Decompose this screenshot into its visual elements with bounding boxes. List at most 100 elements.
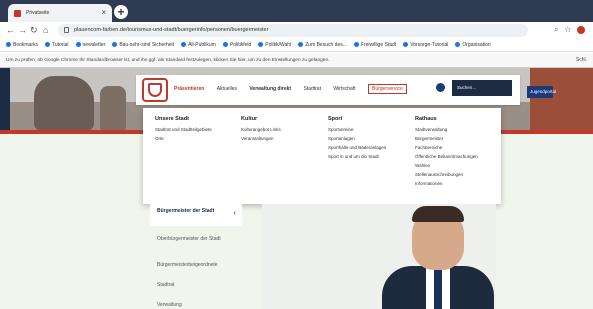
menu-item[interactable]: Orte bbox=[155, 136, 212, 141]
menu-item[interactable]: Veranstaltungen bbox=[241, 136, 281, 141]
menu-item[interactable]: Sport in und um die Stadt bbox=[328, 154, 386, 159]
default-browser-infobar: Um zu prüfen, ob Google Chrome Ihr Stand… bbox=[0, 53, 593, 68]
statue-figure bbox=[100, 86, 126, 130]
menu-item[interactable]: Fachbereiche bbox=[415, 145, 478, 150]
new-tab-button[interactable]: + bbox=[114, 5, 128, 19]
bookmark-label: newsletter bbox=[82, 42, 106, 48]
bookmark-icon bbox=[181, 42, 187, 48]
nav-item-wirtschaft[interactable]: Wirtschaft bbox=[333, 86, 355, 92]
menu-heading: Kultur bbox=[241, 116, 258, 122]
mayor-portrait-image bbox=[262, 204, 496, 309]
site-search-input[interactable]: Suchen... bbox=[452, 80, 512, 96]
sidebar-item[interactable]: Verwaltung bbox=[157, 302, 237, 308]
bookmark-item[interactable]: Tutorial bbox=[45, 42, 69, 48]
url-text: plauencom-farben.de/tourismus-und-stadt/… bbox=[74, 27, 269, 33]
back-icon[interactable]: ← bbox=[6, 25, 15, 35]
bookmark-icon bbox=[222, 42, 228, 48]
sidebar-item[interactable]: Stadtrat bbox=[157, 282, 237, 288]
menu-col-kultur: Kultur Kulturangebot Links Veranstaltung… bbox=[241, 116, 281, 145]
profile-icon[interactable] bbox=[577, 25, 585, 34]
url-input[interactable]: plauencom-farben.de/tourismus-und-stadt/… bbox=[58, 24, 528, 37]
bookmark-item[interactable]: Politik/Wahl bbox=[258, 42, 291, 48]
chevron-left-icon: ‹ bbox=[233, 210, 236, 217]
menu-item[interactable]: Informationen bbox=[415, 181, 478, 186]
bookmark-label: Freiwillige Stadt bbox=[360, 42, 397, 48]
menu-item[interactable]: Bürgermeister bbox=[415, 136, 478, 141]
bookmark-label: Zum Besuch des... bbox=[305, 42, 347, 48]
bookmark-icon bbox=[112, 42, 118, 48]
menu-heading: Unsere Stadt bbox=[155, 116, 189, 122]
bookmark-item[interactable]: All-Publikum bbox=[181, 42, 216, 48]
main-nav: Präsentieren Aktuelles Verwaltung direkt… bbox=[174, 84, 418, 94]
browser-tab-bar: Privatseite × + bbox=[0, 0, 593, 22]
favicon-icon bbox=[14, 10, 21, 17]
forward-icon[interactable]: → bbox=[18, 25, 27, 35]
nav-brand[interactable]: Präsentieren bbox=[174, 86, 204, 92]
mega-menu: Unsere Stadt Stadtrat und Stadtteilgebie… bbox=[143, 108, 501, 204]
home-icon[interactable]: ⌂ bbox=[43, 25, 48, 35]
menu-col-unsere-stadt: Unsere Stadt Stadtrat und Stadtteilgebie… bbox=[155, 116, 212, 145]
bookmark-item[interactable]: Bookmarks bbox=[6, 42, 38, 48]
bookmark-item[interactable]: Organisation bbox=[455, 42, 491, 48]
menu-item[interactable]: Sportanlagen bbox=[328, 136, 386, 141]
bookmark-item[interactable]: Freiwillige Stadt bbox=[353, 42, 397, 48]
city-logo-icon[interactable] bbox=[142, 78, 168, 102]
menu-item[interactable]: Stellenausschreibungen bbox=[415, 172, 478, 177]
screen: Privatseite × + ← → ↻ ⌂ plauencom-farben… bbox=[0, 0, 593, 309]
sidebar-item-active[interactable]: Bürgermeister der Stadt ‹ bbox=[150, 204, 242, 226]
bookmark-label: All-Publikum bbox=[188, 42, 216, 48]
sidebar-nav: Bürgermeister der Stadt ‹ Oberbürgermeis… bbox=[150, 204, 242, 309]
bookmark-label: Vorsorge-Tutorial bbox=[410, 42, 449, 48]
nav-item-buergerservice[interactable]: Bürgerservice bbox=[367, 84, 407, 94]
infobar-close-button[interactable]: Schl. bbox=[576, 57, 587, 63]
bookmark-label: Tutorial bbox=[52, 42, 69, 48]
nav-item-aktuelles[interactable]: Aktuelles bbox=[217, 86, 237, 92]
logo-shield bbox=[148, 83, 162, 97]
close-tab-icon[interactable]: × bbox=[101, 8, 106, 17]
portrait-hair bbox=[412, 206, 464, 222]
sidebar-item[interactable]: Oberbürgermeister der Stadt bbox=[157, 236, 237, 242]
address-bar-row: ← → ↻ ⌂ plauencom-farben.de/tourismus-un… bbox=[0, 22, 593, 39]
bookmark-item[interactable]: Bau-sehr-sind Sicherheit bbox=[112, 42, 174, 48]
reload-icon[interactable]: ↻ bbox=[30, 25, 38, 36]
menu-col-sport: Sport Sportvereine Sportanlagen Sporthal… bbox=[328, 116, 386, 163]
bookmark-label: Politik/Wahl bbox=[265, 42, 292, 48]
brick-wall bbox=[530, 68, 593, 130]
bookmark-icon bbox=[455, 42, 461, 48]
star-icon[interactable]: ☆ bbox=[564, 25, 577, 34]
facebook-icon[interactable] bbox=[436, 83, 445, 92]
infobar-text: Um zu prüfen, ob Google Chrome Ihr Stand… bbox=[6, 58, 330, 63]
bookmark-item[interactable]: newsletter bbox=[75, 42, 106, 48]
menu-item[interactable]: Sporthalle und Bäderanlagen bbox=[328, 145, 386, 150]
bookmark-icon bbox=[45, 42, 51, 48]
menu-item[interactable]: Stadtverwaltung bbox=[415, 127, 478, 132]
tab-title: Privatseite bbox=[26, 10, 50, 16]
menu-heading: Rathaus bbox=[415, 116, 437, 122]
menu-item[interactable]: Sportvereine bbox=[328, 127, 386, 132]
menu-item[interactable]: Wahlen bbox=[415, 163, 478, 168]
jugendportal-button[interactable]: Jugendportal bbox=[527, 86, 556, 98]
bookmark-item[interactable]: Politikfeld bbox=[222, 42, 252, 48]
bookmark-item[interactable]: Vorsorge-Tutorial bbox=[403, 42, 448, 48]
bookmarks-bar: Bookmarks Tutorial newsletter Bau-sehr-sind… bbox=[0, 39, 593, 52]
bookmark-icon bbox=[403, 42, 409, 48]
lock-icon bbox=[64, 27, 69, 33]
statue-image bbox=[34, 76, 94, 130]
menu-item[interactable]: Kulturangebot Links bbox=[241, 127, 281, 132]
menu-item[interactable]: Öffentliche Bekanntmachungen bbox=[415, 154, 478, 159]
bookmark-item[interactable]: Zum Besuch des... bbox=[298, 42, 347, 48]
bookmark-icon bbox=[6, 42, 11, 48]
bookmark-label: Bau-sehr-sind Sicherheit bbox=[119, 42, 175, 48]
bookmark-icon bbox=[353, 42, 359, 48]
browser-actions: ⌕☆ bbox=[554, 25, 585, 35]
sidebar-item[interactable]: Bürgermeisterbeigeordnete bbox=[157, 262, 237, 268]
browser-tab[interactable]: Privatseite × bbox=[8, 4, 112, 22]
zoom-icon[interactable]: ⌕ bbox=[554, 25, 564, 34]
bookmark-label: Politikfeld bbox=[229, 42, 252, 48]
nav-item-verwaltung[interactable]: Verwaltung direkt bbox=[249, 86, 291, 92]
bookmark-label: Organisation bbox=[462, 42, 491, 48]
menu-item[interactable]: Stadtrat und Stadtteilgebiete bbox=[155, 127, 212, 132]
menu-col-rathaus: Rathaus Stadtverwaltung Bürgermeister Fa… bbox=[415, 116, 478, 190]
menu-heading: Sport bbox=[328, 116, 343, 122]
nav-item-stadtrat[interactable]: Stadtrat bbox=[303, 86, 321, 92]
